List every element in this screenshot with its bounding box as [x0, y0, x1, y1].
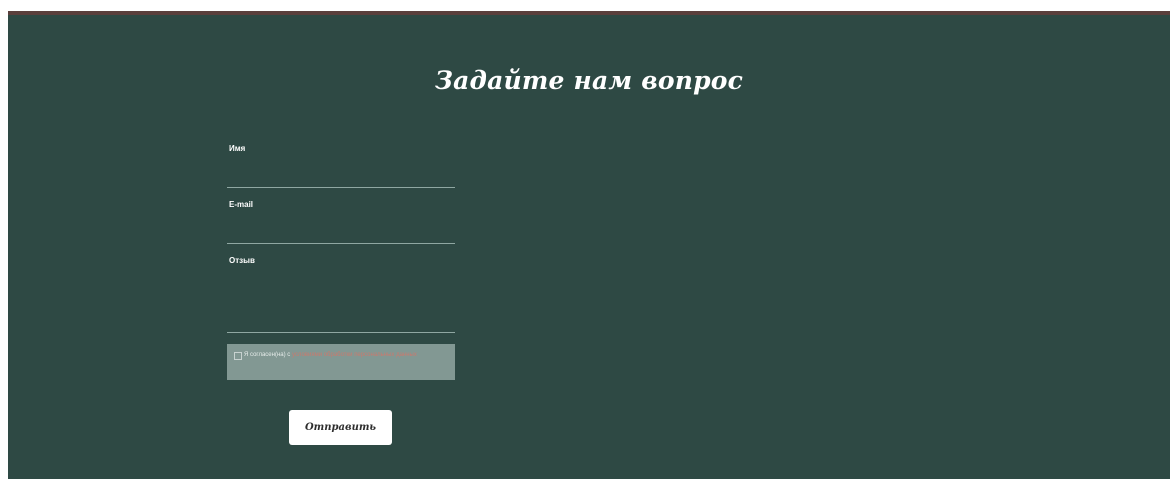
consent-text: Я согласен(на) с условиями обработки пер…	[244, 350, 444, 360]
review-label: Отзыв	[229, 256, 255, 265]
top-strip	[8, 11, 1170, 15]
consent-policy-link[interactable]: условиями обработки персональных данных	[292, 352, 417, 358]
email-field[interactable]: E-mail	[227, 200, 455, 245]
name-label: Имя	[229, 144, 246, 153]
review-field[interactable]: Отзыв	[227, 256, 455, 334]
email-input-underline[interactable]	[227, 243, 455, 244]
name-field[interactable]: Имя	[227, 144, 455, 189]
consent-checkbox[interactable]	[234, 352, 242, 360]
submit-button[interactable]: Отправить	[289, 410, 392, 445]
consent-box: Я согласен(на) с условиями обработки пер…	[227, 344, 455, 380]
form-title: Задайте нам вопрос	[434, 66, 744, 95]
consent-label: Я согласен(на) с	[244, 352, 291, 358]
email-label: E-mail	[229, 200, 254, 209]
name-input-underline[interactable]	[227, 187, 455, 188]
feedback-section: Задайте нам вопрос Имя E-mail Отзыв Я со…	[8, 11, 1170, 479]
review-input-underline[interactable]	[227, 332, 455, 333]
